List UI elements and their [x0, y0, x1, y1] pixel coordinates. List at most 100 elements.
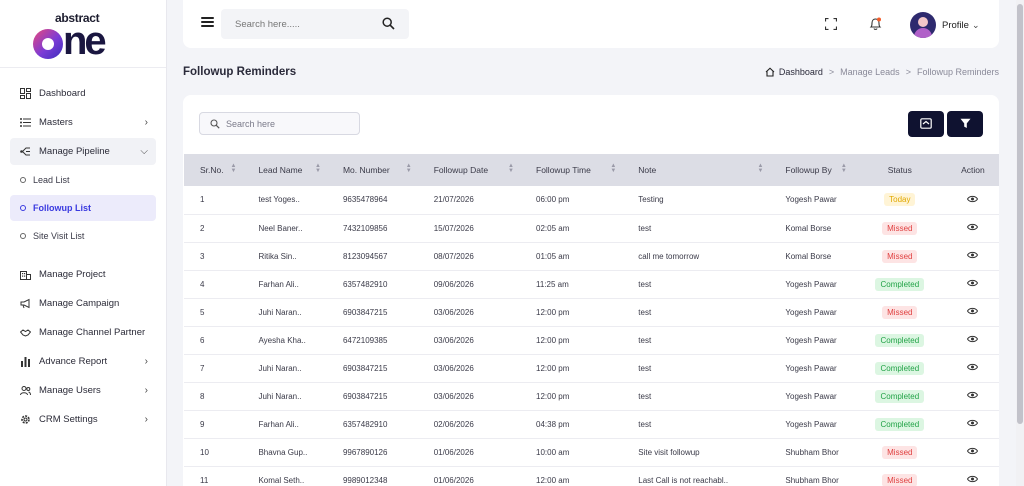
- sidebar-subitem-label: Lead List: [33, 175, 70, 185]
- view-eye-icon[interactable]: [967, 223, 979, 233]
- notification-bell-icon[interactable]: [869, 17, 882, 33]
- chevron-down-icon: ⌄: [971, 19, 980, 30]
- sidebar-item-label: Manage Users: [39, 385, 101, 396]
- export-button[interactable]: [908, 111, 944, 137]
- menu-toggle-icon[interactable]: [201, 17, 214, 27]
- sidebar-subitem-site-visit-list[interactable]: Site Visit List: [10, 223, 156, 249]
- cell-sr-no: 7: [200, 363, 205, 373]
- breadcrumb-item: Followup Reminders: [916, 67, 999, 77]
- cell-followup-by: Yogesh Pawar: [785, 391, 837, 401]
- cell-note: call me tomorrow: [638, 251, 700, 261]
- view-eye-icon[interactable]: [967, 447, 979, 457]
- status-badge: Missed: [882, 249, 918, 263]
- cell-note: test: [638, 419, 652, 429]
- column-header-note[interactable]: Note ▲ ▼: [622, 154, 769, 186]
- cell-action: [947, 242, 999, 270]
- cell-followup-time: 04:38 pm: [536, 419, 570, 429]
- cell-mobile: 6903847215: [342, 307, 388, 317]
- view-eye-icon[interactable]: [967, 251, 979, 261]
- view-eye-icon[interactable]: [967, 419, 979, 429]
- breadcrumb-home[interactable]: Dashboard: [765, 67, 823, 77]
- view-eye-icon[interactable]: [967, 391, 979, 401]
- cell-mobile: 9989012348: [342, 475, 388, 485]
- cell-followup-date: 03/06/2026: [433, 391, 474, 401]
- status-badge: Missed: [882, 473, 918, 486]
- view-eye-icon[interactable]: [967, 363, 979, 373]
- view-eye-icon[interactable]: [967, 475, 979, 485]
- sidebar-item-manage-users[interactable]: Manage Users ›: [10, 377, 156, 404]
- sidebar-item-masters[interactable]: Masters ›: [10, 109, 156, 136]
- status-badge: Missed: [882, 445, 918, 459]
- sidebar-item-advance-report[interactable]: Advance Report ›: [10, 348, 156, 375]
- cell-lead-name: Ritika Sin..: [258, 251, 297, 261]
- status-badge: Completed: [875, 417, 925, 431]
- page-scrollbar[interactable]: [1016, 0, 1024, 486]
- cell-action: [947, 354, 999, 382]
- list-icon: [20, 117, 31, 128]
- view-eye-icon[interactable]: [967, 195, 979, 205]
- search-icon[interactable]: [382, 17, 395, 32]
- cell-status: Missed: [853, 242, 947, 270]
- cell-followup-by: Yogesh Pawar: [785, 279, 837, 289]
- table-search-input[interactable]: Search here: [199, 112, 360, 135]
- table-row: 4 Farhan Ali.. 6357482910 09/06/2026 11:25 a…: [184, 270, 999, 298]
- sidebar-subitem-followup-list[interactable]: Followup List: [10, 195, 156, 221]
- cell-lead-name: Farhan Ali..: [258, 419, 299, 429]
- avatar: [910, 12, 936, 38]
- status-badge: Today: [884, 193, 916, 207]
- status-badge: Completed: [875, 277, 925, 291]
- cell-action: [947, 466, 999, 486]
- cell-sr-no: 10: [200, 447, 209, 457]
- cell-sr-no: 9: [200, 419, 205, 429]
- sidebar-item-crm-settings[interactable]: CRM Settings ›: [10, 406, 156, 433]
- sidebar-item-dashboard[interactable]: Dashboard: [10, 80, 156, 107]
- column-header-mobile[interactable]: Mo. Number ▲ ▼: [327, 154, 418, 186]
- dashboard-grid-icon: [20, 88, 31, 99]
- breadcrumb-item[interactable]: Manage Leads: [840, 67, 900, 77]
- filter-icon: [960, 118, 971, 131]
- cell-mobile: 8123094567: [342, 251, 388, 261]
- global-search-input[interactable]: Search here.....: [221, 9, 409, 39]
- view-eye-icon[interactable]: [967, 307, 979, 317]
- column-header-sr-no[interactable]: Sr.No. ▲ ▼: [184, 154, 242, 186]
- cell-note: test: [638, 363, 652, 373]
- bar-chart-icon: [20, 356, 31, 367]
- home-icon: [765, 67, 775, 77]
- column-header-followup-time[interactable]: Followup Time ▲ ▼: [520, 154, 622, 186]
- cell-followup-time: 02:05 am: [536, 223, 570, 233]
- sort-icon: ▲ ▼: [405, 163, 412, 174]
- sidebar-subitem-lead-list[interactable]: Lead List: [10, 167, 156, 193]
- cell-lead-name: Neel Baner..: [258, 223, 303, 233]
- chevron-right-icon: ›: [144, 356, 148, 367]
- view-eye-icon[interactable]: [967, 279, 979, 289]
- cell-followup-by: Yogesh Pawar: [785, 363, 837, 373]
- cell-followup-date: 21/07/2026: [433, 195, 474, 205]
- filter-button[interactable]: [947, 111, 983, 137]
- sidebar-nav: Dashboard Masters › Manage Pipeline ⌵ Le…: [0, 68, 166, 433]
- column-header-followup-date[interactable]: Followup Date ▲ ▼: [418, 154, 520, 186]
- brand-logo[interactable]: abstract ne: [0, 0, 166, 68]
- cell-followup-by: Yogesh Pawar: [785, 335, 837, 345]
- status-badge: Missed: [882, 305, 918, 319]
- profile-menu[interactable]: Profile ⌄: [910, 12, 979, 38]
- column-header-followup-by[interactable]: Followup By ▲ ▼: [769, 154, 852, 186]
- megaphone-icon: [20, 298, 31, 309]
- column-header-lead-name[interactable]: Lead Name ▲ ▼: [242, 154, 327, 186]
- sort-icon: ▲ ▼: [610, 163, 617, 174]
- sidebar-item-manage-pipeline[interactable]: Manage Pipeline ⌵: [10, 138, 156, 165]
- sidebar-item-manage-channel-partner[interactable]: Manage Channel Partner: [10, 319, 156, 346]
- cell-followup-time: 06:00 pm: [536, 195, 570, 205]
- cell-action: [947, 186, 999, 214]
- sidebar-item-label: Dashboard: [39, 88, 86, 99]
- brand-big-text: ne: [63, 18, 107, 63]
- fullscreen-icon[interactable]: [824, 17, 838, 31]
- cell-lead-name: Juhi Naran..: [258, 391, 302, 401]
- sidebar-item-manage-project[interactable]: Manage Project: [10, 261, 156, 288]
- sidebar-item-manage-campaign[interactable]: Manage Campaign: [10, 290, 156, 317]
- scrollbar-thumb[interactable]: [1017, 4, 1023, 424]
- cell-status: Missed: [853, 438, 947, 466]
- sidebar-item-label: Manage Channel Partner: [39, 327, 146, 338]
- view-eye-icon[interactable]: [967, 335, 979, 345]
- chevron-right-icon: ›: [144, 414, 148, 425]
- sort-icon: ▲ ▼: [840, 163, 847, 174]
